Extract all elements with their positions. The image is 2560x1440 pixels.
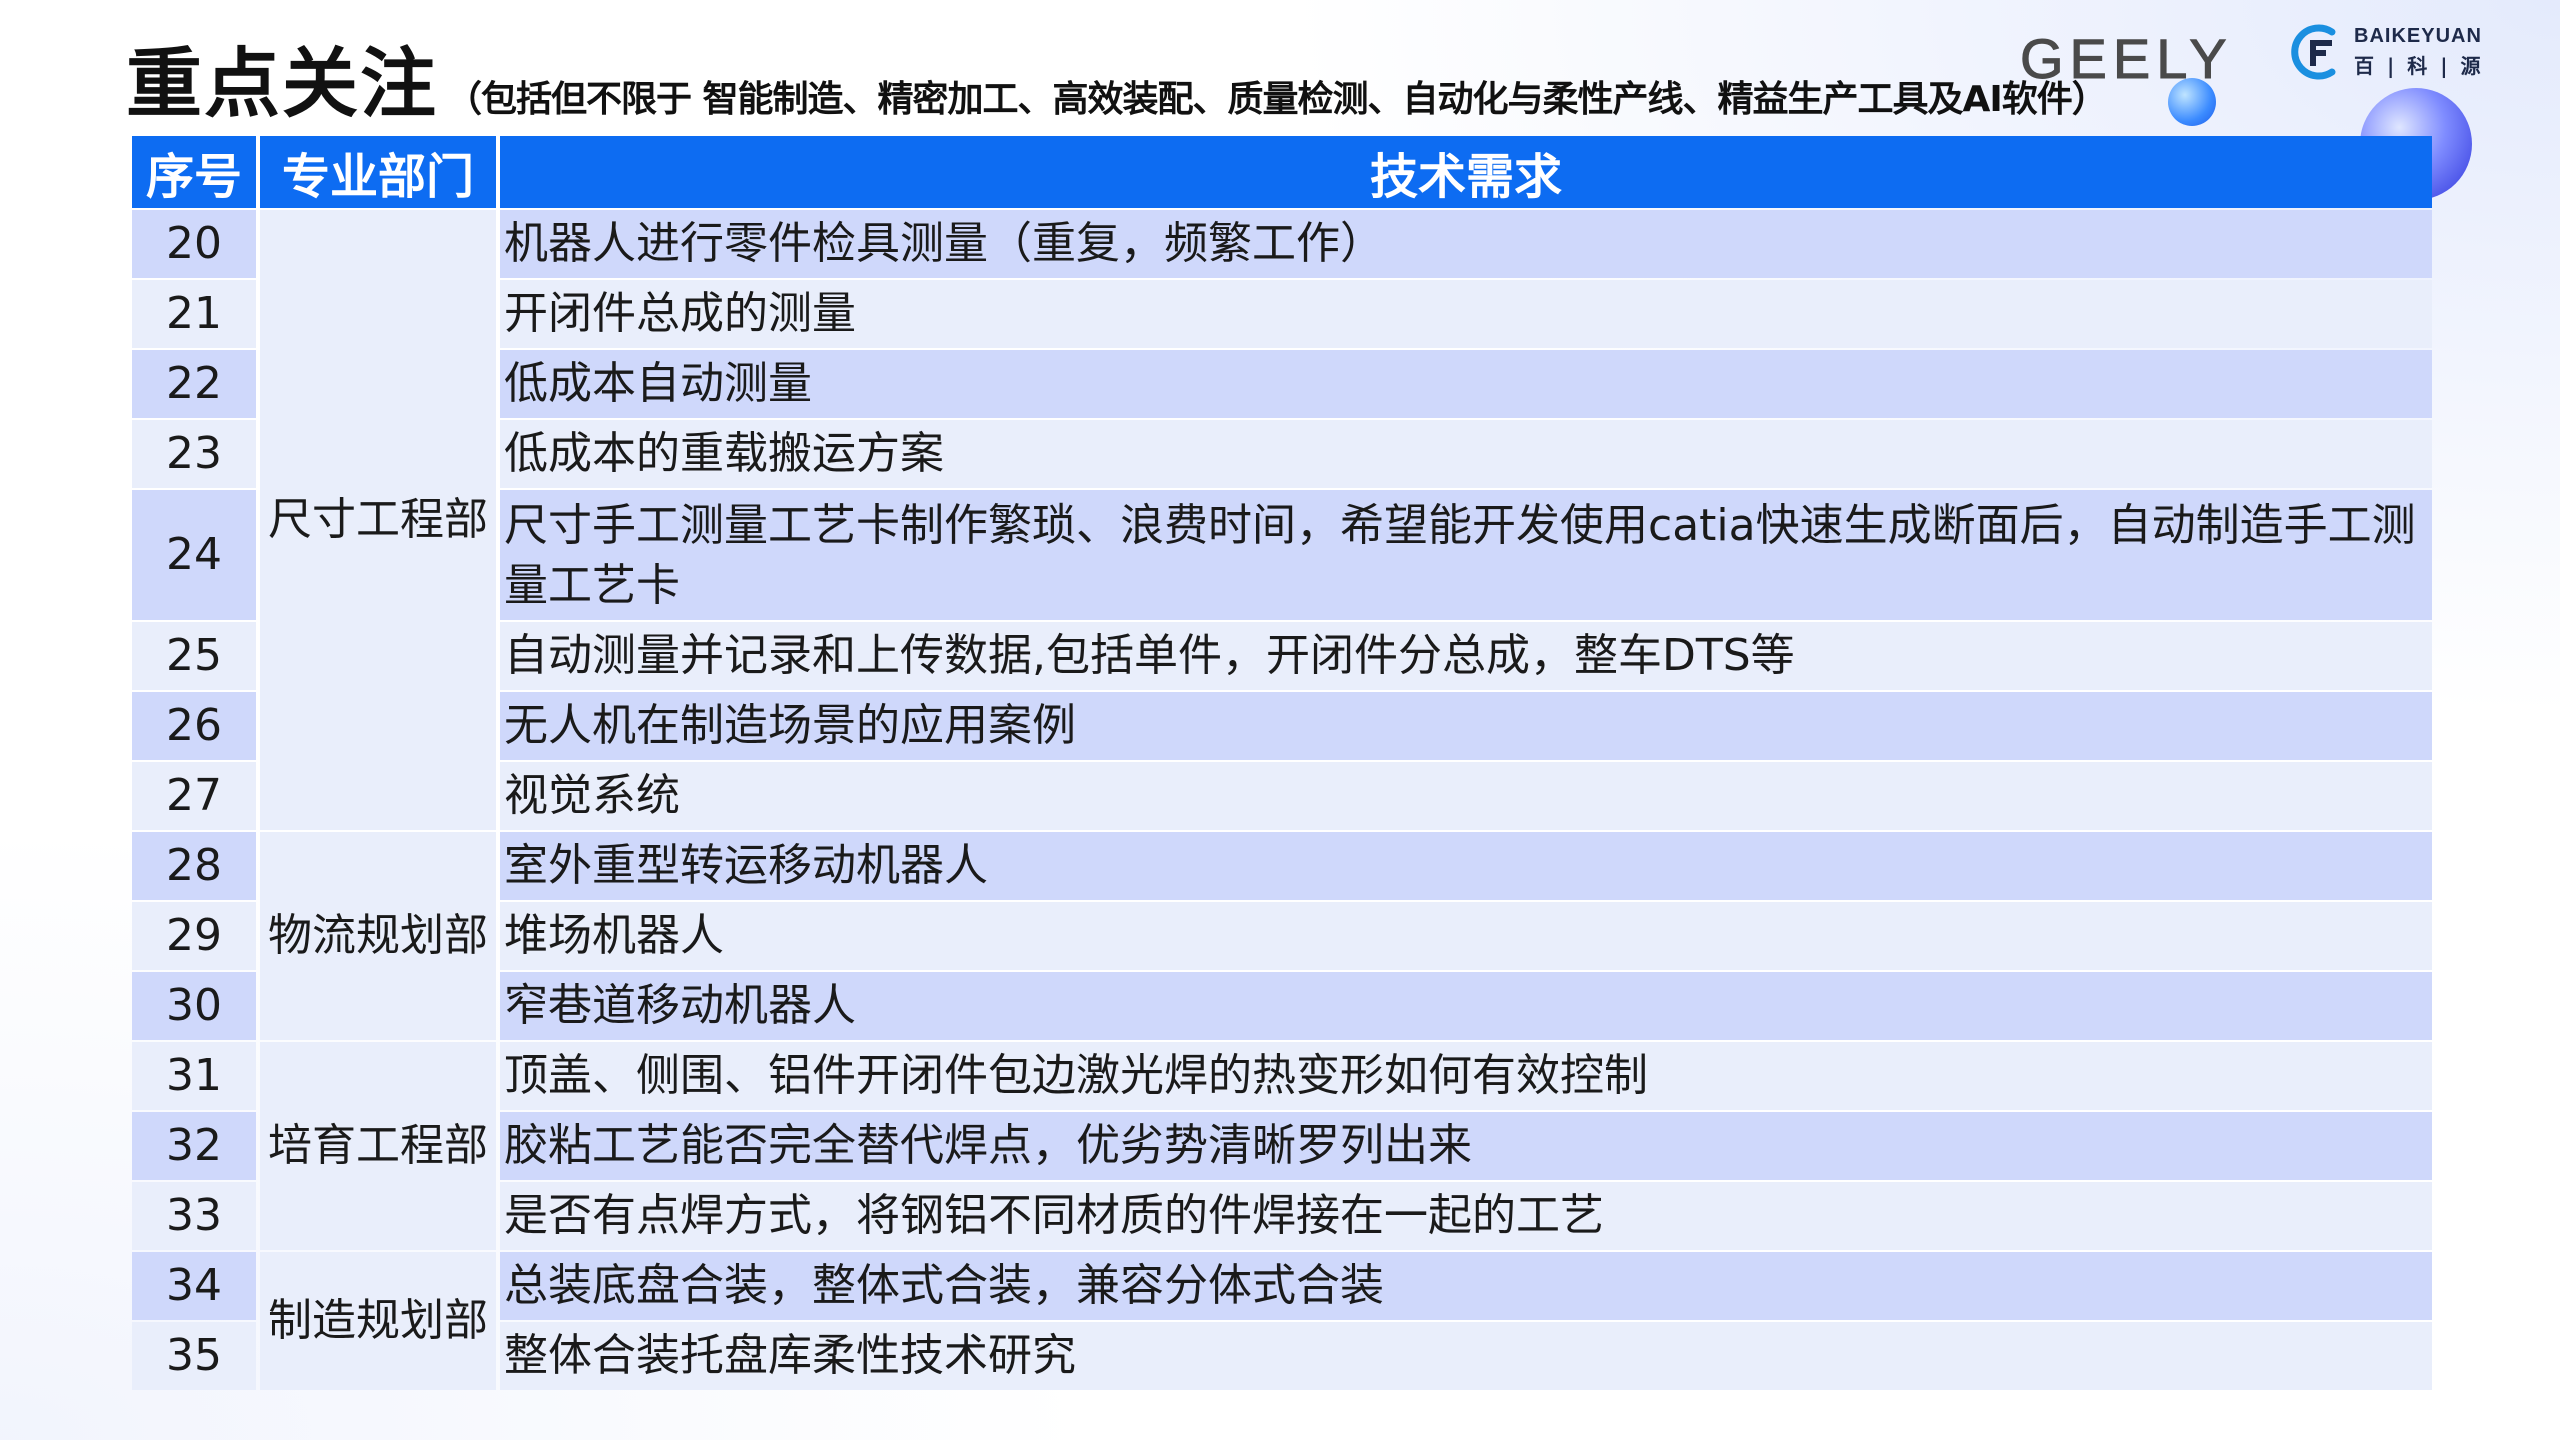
row-number: 34: [132, 1252, 256, 1320]
row-number: 31: [132, 1042, 256, 1110]
department-cell: 培育工程部: [260, 1042, 496, 1250]
requirement-cell: 机器人进行零件检具测量（重复，频繁工作）: [500, 210, 2432, 278]
page-title: 重点关注: [126, 39, 438, 128]
header-requirement: 技术需求: [500, 136, 2432, 208]
title-block: 重点关注 （包括但不限于 智能制造、精密加工、高效装配、质量检测、自动化与柔性产…: [126, 36, 2108, 132]
table-row: 28 物流规划部 室外重型转运移动机器人: [132, 832, 2432, 1040]
row-number: 21: [132, 280, 256, 348]
requirement-cell: 窄巷道移动机器人: [500, 972, 2432, 1040]
geely-logo: GEELY: [2020, 27, 2233, 91]
requirement-cell: 无人机在制造场景的应用案例: [500, 692, 2432, 760]
row-number: 27: [132, 762, 256, 830]
department-cell: 物流规划部: [260, 832, 496, 1040]
table-row: 31 培育工程部 顶盖、侧围、铝件开闭件包边激光焊的热变形如何有效控制: [132, 1042, 2432, 1250]
baikeyuan-cn-text: 百 | 科 | 源: [2354, 54, 2484, 78]
requirement-cell: 堆场机器人: [500, 902, 2432, 970]
requirement-cell: 尺寸手工测量工艺卡制作繁琐、浪费时间，希望能开发使用catia快速生成断面后，自…: [500, 490, 2432, 620]
requirement-cell: 胶粘工艺能否完全替代焊点，优劣势清晰罗列出来: [500, 1112, 2432, 1180]
department-cell: 制造规划部: [260, 1252, 496, 1390]
requirement-cell: 开闭件总成的测量: [500, 280, 2432, 348]
requirement-cell: 是否有点焊方式，将钢铝不同材质的件焊接在一起的工艺: [500, 1182, 2432, 1250]
row-number: 29: [132, 902, 256, 970]
row-number: 28: [132, 832, 256, 900]
requirement-cell: 低成本的重载搬运方案: [500, 420, 2432, 488]
requirement-cell: 整体合装托盘库柔性技术研究: [500, 1322, 2432, 1390]
requirement-cell: 室外重型转运移动机器人: [500, 832, 2432, 900]
requirement-cell: 总装底盘合装，整体式合装，兼容分体式合装: [500, 1252, 2432, 1320]
row-number: 22: [132, 350, 256, 418]
row-number: 32: [132, 1112, 256, 1180]
table-header-row: 序号 专业部门 技术需求: [132, 136, 2432, 208]
baikeyuan-logo: BAIKEYUAN 百 | 科 | 源: [2288, 22, 2483, 82]
header-department: 专业部门: [260, 136, 496, 208]
table-row: 34 制造规划部 总装底盘合装，整体式合装，兼容分体式合装: [132, 1252, 2432, 1390]
row-number: 20: [132, 210, 256, 278]
table-row: 20 尺寸工程部 机器人进行零件检具测量（重复，频繁工作）: [132, 210, 2432, 830]
row-number: 30: [132, 972, 256, 1040]
requirement-cell: 低成本自动测量: [500, 350, 2432, 418]
row-number: 33: [132, 1182, 256, 1250]
row-number: 35: [132, 1322, 256, 1390]
baikeyuan-mark-icon: [2291, 24, 2336, 80]
row-number: 23: [132, 420, 256, 488]
row-number: 25: [132, 622, 256, 690]
tech-requirements-table: 序号 专业部门 技术需求 20 尺寸工程部 机器人进行零件检具测量（重复，频繁工…: [128, 134, 2436, 1392]
row-number: 26: [132, 692, 256, 760]
department-cell: 尺寸工程部: [260, 210, 496, 830]
row-number: 24: [132, 490, 256, 620]
baikeyuan-en-text: BAIKEYUAN: [2354, 25, 2482, 47]
requirement-cell: 顶盖、侧围、铝件开闭件包边激光焊的热变形如何有效控制: [500, 1042, 2432, 1110]
requirement-cell: 视觉系统: [500, 762, 2432, 830]
page-subtitle: （包括但不限于 智能制造、精密加工、高效装配、质量检测、自动化与柔性产线、精益生…: [446, 79, 2108, 120]
requirement-cell: 自动测量并记录和上传数据,包括单件，开闭件分总成，整车DTS等: [500, 622, 2432, 690]
header-number: 序号: [132, 136, 256, 208]
